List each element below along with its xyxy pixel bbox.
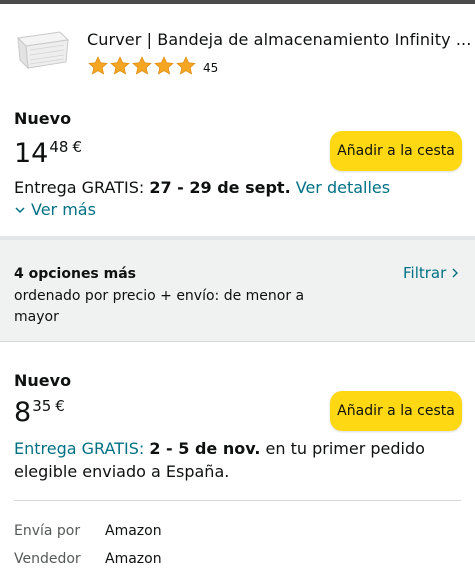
- offer-condition: Nuevo: [14, 371, 72, 390]
- delivery-dates: 2 - 5 de nov.: [149, 439, 261, 458]
- product-thumbnail: [16, 31, 70, 70]
- star-icon: [154, 56, 174, 75]
- sold-by-value[interactable]: Amazon: [105, 551, 162, 567]
- star-icon: [132, 56, 152, 75]
- options-count: 4 opciones más: [14, 266, 137, 282]
- section-divider: [14, 500, 461, 501]
- add-to-cart-button[interactable]: Añadir a la cesta: [330, 131, 462, 171]
- price-currency: €: [72, 138, 82, 156]
- seller-info: Envía por Amazon Vendedor Amazon: [14, 517, 162, 573]
- price-whole: 14: [14, 138, 49, 169]
- sold-by-label: Vendedor: [14, 551, 81, 567]
- price-fraction: 35: [32, 397, 52, 415]
- product-title[interactable]: Curver | Bandeja de almacenamiento Infin…: [87, 30, 471, 49]
- ships-from-row: Envía por Amazon: [14, 517, 162, 545]
- product-header[interactable]: Curver | Bandeja de almacenamiento Infin…: [0, 4, 475, 86]
- delivery-info: Entrega GRATIS: 2 - 5 de nov. en tu prim…: [14, 437, 454, 483]
- price-currency: €: [55, 397, 65, 415]
- filter-label: Filtrar: [403, 264, 447, 282]
- see-more-link[interactable]: Ver más: [14, 200, 96, 219]
- sold-by-row: Vendedor Amazon: [14, 545, 162, 573]
- delivery-info: Entrega GRATIS: 27 - 29 de sept. Ver det…: [14, 176, 390, 199]
- offer-condition: Nuevo: [14, 109, 72, 128]
- star-icon: [88, 56, 108, 75]
- offer-price: 14 48 €: [14, 139, 82, 169]
- star-icon: [110, 56, 130, 75]
- delivery-dates: 27 - 29 de sept.: [149, 178, 291, 197]
- add-to-cart-button[interactable]: Añadir a la cesta: [330, 391, 462, 431]
- chevron-down-icon: [15, 206, 25, 213]
- chevron-right-icon: [452, 268, 459, 278]
- sort-description: ordenado por precio + envío: de menor a …: [14, 288, 305, 325]
- ships-from-value: Amazon: [105, 523, 162, 539]
- star-icon: [176, 56, 196, 75]
- filter-button[interactable]: Filtrar: [403, 264, 459, 282]
- price-whole: 8: [14, 397, 32, 428]
- rating-count[interactable]: 45: [203, 61, 218, 75]
- delivery-prefix[interactable]: Entrega GRATIS:: [14, 439, 144, 458]
- ships-from-label: Envía por: [14, 523, 81, 539]
- delivery-prefix: Entrega GRATIS:: [14, 178, 150, 197]
- details-link[interactable]: Ver detalles: [296, 178, 390, 197]
- offer-price: 8 35 €: [14, 398, 65, 428]
- rating-stars[interactable]: [87, 55, 197, 77]
- more-options-bar: 4 opciones más ordenado por precio + env…: [0, 236, 475, 342]
- price-fraction: 48: [49, 138, 69, 156]
- see-more-label: Ver más: [31, 200, 96, 219]
